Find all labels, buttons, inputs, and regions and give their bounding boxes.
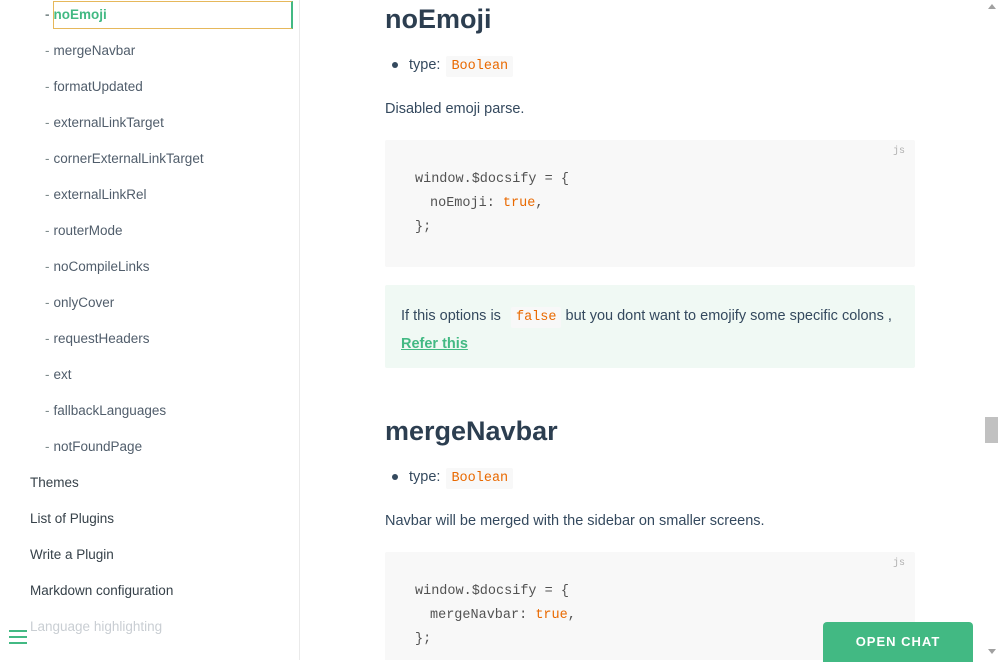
sidebar-item-list-of-plugins[interactable]: List of Plugins [30, 505, 114, 533]
code-key: noEmoji [430, 196, 487, 211]
sidebar-item-externallinkrel[interactable]: - externalLinkRel [45, 181, 147, 209]
scroll-up-arrow-icon[interactable] [988, 4, 996, 9]
dash: - [45, 7, 50, 22]
dash: - [45, 151, 50, 166]
scrollbar[interactable] [984, 0, 1000, 660]
dash: - [45, 43, 50, 58]
sidebar-item-label: mergeNavbar [53, 43, 136, 58]
sidebar-item-formatupdated[interactable]: - formatUpdated [45, 73, 143, 101]
sidebar-item-themes[interactable]: Themes [30, 469, 79, 497]
tip-box: If this options is false but you dont wa… [385, 285, 915, 368]
sidebar-item-label: externalLinkTarget [53, 115, 164, 130]
description: Navbar will be merged with the sidebar o… [385, 513, 765, 529]
sidebar-item-label: fallbackLanguages [53, 403, 167, 418]
sidebar-item-ext[interactable]: - ext [45, 361, 72, 389]
tip-text-before: If this options is [401, 308, 501, 324]
sidebar-item-externallinktarget[interactable]: - externalLinkTarget [45, 109, 164, 137]
type-value: Boolean [446, 468, 514, 489]
sidebar-item-label: notFoundPage [53, 439, 143, 454]
open-chat-button[interactable]: OPEN CHAT [823, 622, 973, 662]
sidebar-item-requestheaders[interactable]: - requestHeaders [45, 325, 150, 353]
menu-toggle-icon[interactable] [9, 630, 27, 646]
code-line: mergeNavbar: true, [430, 608, 576, 623]
code-value: true [502, 196, 536, 211]
sidebar-item-onlycover[interactable]: - onlyCover [45, 289, 114, 317]
dash: - [45, 439, 50, 454]
sidebar-item-label: noEmoji [53, 7, 107, 22]
sidebar-item-mergenavbar[interactable]: - mergeNavbar [45, 37, 135, 65]
tip-text-after: but you dont want to emojify some specif… [565, 308, 892, 324]
dash: - [45, 295, 50, 310]
bullet-icon [392, 474, 398, 480]
dash: - [45, 115, 50, 130]
description: Disabled emoji parse. [385, 101, 525, 117]
dash: - [45, 403, 50, 418]
sidebar-item-language-highlighting[interactable]: Language highlighting [30, 613, 162, 641]
dash: - [45, 187, 50, 202]
type-value: Boolean [446, 56, 514, 77]
scroll-down-arrow-icon[interactable] [988, 649, 996, 654]
sidebar-item-markdown-configuration[interactable]: Markdown configuration [30, 577, 173, 605]
section-title: mergeNavbar [385, 416, 558, 446]
sidebar: - noEmoji - mergeNavbar - formatUpdated - ex… [0, 0, 300, 660]
code-key: mergeNavbar [430, 608, 520, 623]
code-line: window.$docsify = { [415, 584, 569, 599]
type-label: type: [409, 469, 441, 485]
scrollbar-thumb[interactable] [985, 417, 998, 443]
sidebar-item-routermode[interactable]: - routerMode [45, 217, 123, 245]
bullet-icon [392, 62, 398, 68]
main-content: noEmoji type: Boolean Disabled emoji pars… [300, 0, 984, 660]
sidebar-item-fallbacklanguages[interactable]: - fallbackLanguages [45, 397, 166, 425]
type-line: type: Boolean [392, 53, 514, 77]
dash: - [45, 223, 50, 238]
sidebar-item-write-a-plugin[interactable]: Write a Plugin [30, 541, 114, 569]
type-line: type: Boolean [392, 465, 514, 489]
refer-this-link[interactable]: Refer this [401, 336, 468, 352]
sidebar-item-label: ext [53, 367, 72, 382]
dash: - [45, 367, 50, 382]
code-line: }; [415, 632, 432, 647]
dash: - [45, 259, 50, 274]
section-title: noEmoji [385, 4, 492, 34]
code-line: }; [415, 220, 432, 235]
code-line: noEmoji: true, [430, 196, 544, 211]
sidebar-item-label: noCompileLinks [53, 259, 150, 274]
code-block: js window.$docsify = { noEmoji: true, }; [385, 140, 915, 267]
type-label: type: [409, 57, 441, 73]
code-value: true [535, 608, 568, 623]
tip-code: false [510, 307, 562, 328]
sidebar-item-label: onlyCover [53, 295, 115, 310]
sidebar-item-label: formatUpdated [53, 79, 143, 94]
sidebar-item-label: cornerExternalLinkTarget [53, 151, 204, 166]
sidebar-item-noemoji[interactable]: - noEmoji [45, 1, 107, 29]
dash: - [45, 331, 50, 346]
code-line: window.$docsify = { [415, 172, 569, 187]
sidebar-item-notfoundpage[interactable]: - notFoundPage [45, 433, 142, 461]
dash: - [45, 79, 50, 94]
sidebar-item-label: externalLinkRel [53, 187, 147, 202]
sidebar-item-cornerexternallinktarget[interactable]: - cornerExternalLinkTarget [45, 145, 204, 173]
sidebar-item-nocompilelinks[interactable]: - noCompileLinks [45, 253, 150, 281]
tip-text: If this options is false but you dont wa… [401, 303, 906, 357]
sidebar-item-label: requestHeaders [53, 331, 150, 346]
code-lang-label: js [892, 558, 905, 569]
sidebar-item-label: routerMode [53, 223, 123, 238]
code-lang-label: js [892, 146, 905, 157]
